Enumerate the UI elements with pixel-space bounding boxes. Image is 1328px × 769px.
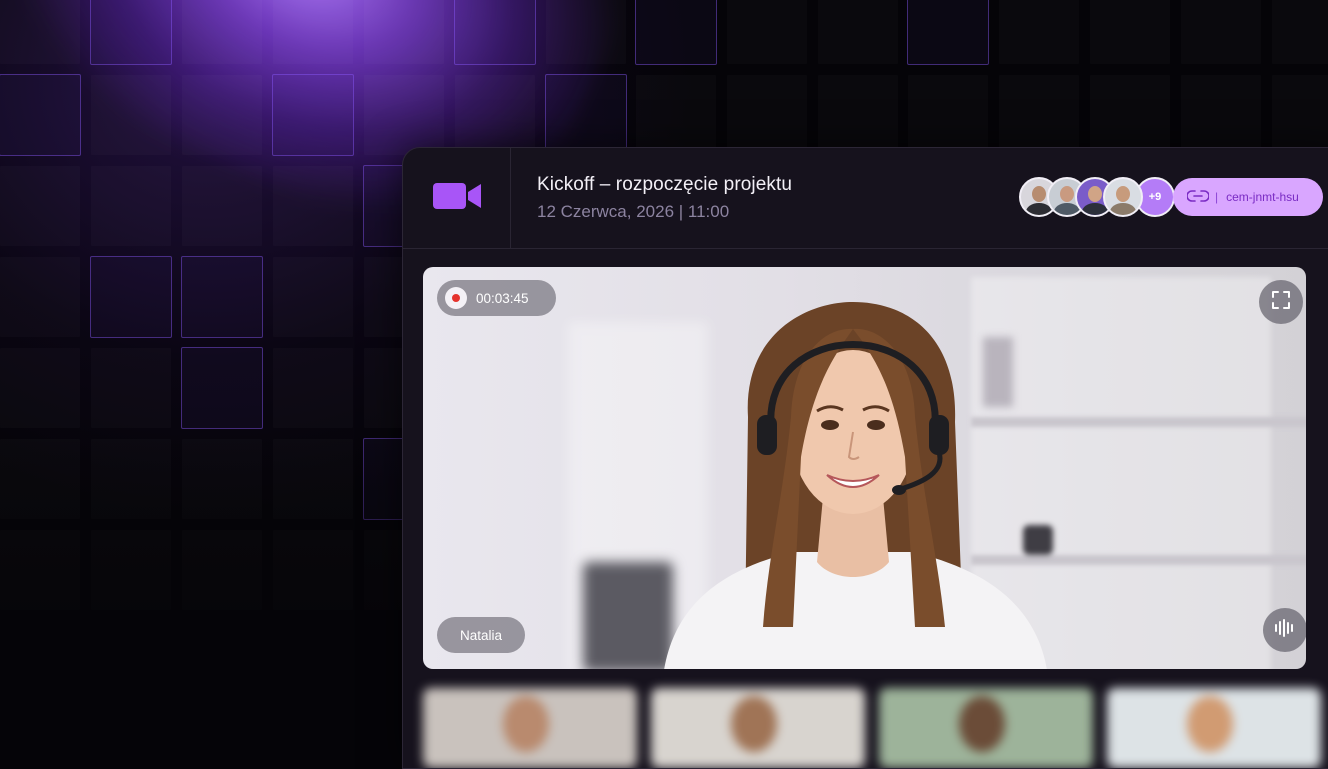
- video-camera-icon: [432, 181, 481, 216]
- participant-thumbnail[interactable]: [651, 688, 865, 768]
- audio-waveform-icon: [1274, 618, 1296, 643]
- fullscreen-icon: [1271, 290, 1291, 315]
- meeting-header: Kickoff – rozpoczęcie projektu 12 Czerwc…: [403, 148, 1328, 249]
- meeting-code: cem-jnmt-hsu: [1226, 190, 1299, 204]
- fullscreen-button[interactable]: [1259, 280, 1303, 324]
- meeting-title: Kickoff – rozpoczęcie projektu: [537, 174, 793, 195]
- participant-thumbnail[interactable]: [423, 688, 637, 768]
- meeting-window: Kickoff – rozpoczęcie projektu 12 Czerwc…: [402, 147, 1328, 769]
- app-logo: [403, 148, 511, 248]
- link-separator: |: [1215, 190, 1219, 204]
- avatar[interactable]: [1103, 177, 1143, 217]
- participant-thumbnail[interactable]: [1107, 688, 1321, 768]
- recording-time: 00:03:45: [476, 290, 529, 306]
- link-icon: [1186, 189, 1210, 205]
- participant-thumbnail[interactable]: [879, 688, 1093, 768]
- participants-group[interactable]: +9: [1019, 177, 1175, 217]
- main-video[interactable]: 00:03:45 Natalia: [423, 267, 1306, 669]
- audio-indicator-button[interactable]: [1263, 608, 1306, 652]
- speaker-video-feed: [664, 302, 1047, 669]
- meeting-link-button[interactable]: | cem-jnmt-hsu: [1173, 178, 1323, 216]
- meeting-datetime: 12 Czerwca, 2026 | 11:00: [537, 202, 730, 221]
- speaker-name-tag: Natalia: [437, 617, 525, 653]
- participant-thumbnails: [423, 688, 1323, 768]
- recording-timer: 00:03:45: [437, 280, 556, 316]
- record-dot-icon: [445, 287, 467, 309]
